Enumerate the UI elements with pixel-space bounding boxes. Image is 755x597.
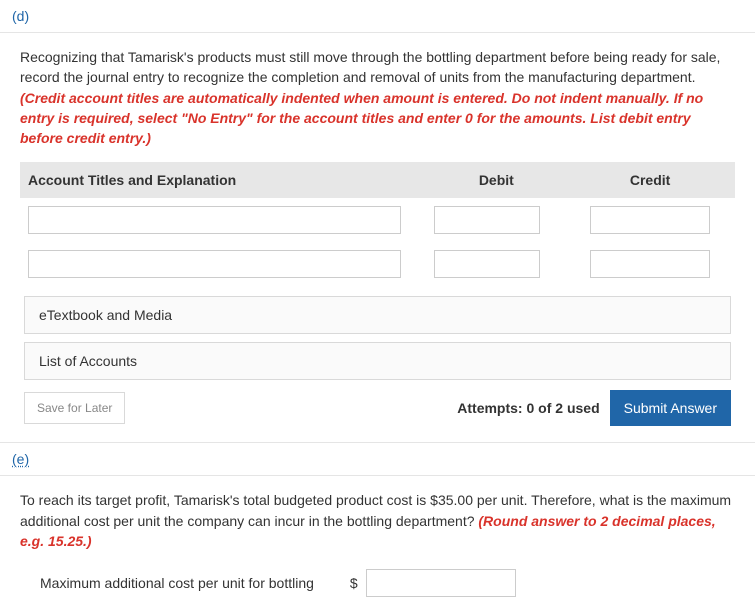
account-input[interactable]: [28, 206, 401, 234]
save-for-later-button[interactable]: Save for Later: [24, 392, 125, 424]
instructions-warning: (Credit account titles are automatically…: [20, 90, 703, 147]
debit-input[interactable]: [434, 250, 540, 278]
answer-row: Maximum additional cost per unit for bot…: [40, 569, 735, 597]
table-row: [20, 242, 735, 286]
section-e-label: (e): [0, 443, 755, 476]
header-debit: Debit: [419, 172, 573, 188]
header-credit: Credit: [573, 172, 727, 188]
answer-label: Maximum additional cost per unit for bot…: [40, 575, 314, 591]
section-d-instructions: Recognizing that Tamarisk's products mus…: [20, 47, 735, 148]
max-additional-cost-input[interactable]: [366, 569, 516, 597]
currency-symbol: $: [350, 575, 358, 591]
attempts-text: Attempts: 0 of 2 used: [457, 400, 599, 416]
footer-row: Save for Later Attempts: 0 of 2 used Sub…: [24, 390, 731, 426]
list-of-accounts-button[interactable]: List of Accounts: [24, 342, 731, 380]
account-input[interactable]: [28, 250, 401, 278]
journal-entry-table: Account Titles and Explanation Debit Cre…: [20, 162, 735, 286]
credit-input[interactable]: [590, 206, 710, 234]
etextbook-media-button[interactable]: eTextbook and Media: [24, 296, 731, 334]
instructions-text: Recognizing that Tamarisk's products mus…: [20, 49, 720, 85]
credit-input[interactable]: [590, 250, 710, 278]
table-header-row: Account Titles and Explanation Debit Cre…: [20, 162, 735, 198]
section-d-label: (d): [0, 0, 755, 33]
table-row: [20, 198, 735, 242]
section-d-body: Recognizing that Tamarisk's products mus…: [0, 33, 755, 426]
header-account: Account Titles and Explanation: [28, 172, 419, 188]
submit-answer-button[interactable]: Submit Answer: [610, 390, 731, 426]
footer-right-group: Attempts: 0 of 2 used Submit Answer: [457, 390, 731, 426]
debit-input[interactable]: [434, 206, 540, 234]
section-e-instructions: To reach its target profit, Tamarisk's t…: [20, 490, 735, 551]
section-e-body: To reach its target profit, Tamarisk's t…: [0, 476, 755, 597]
